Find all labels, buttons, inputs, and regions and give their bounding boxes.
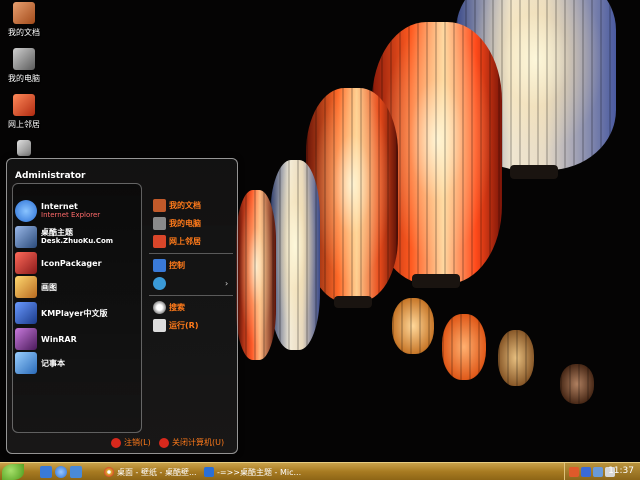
- program-title: Internet: [41, 202, 78, 211]
- lantern-small-1: [392, 298, 434, 354]
- start-menu-username: Administrator: [15, 171, 86, 181]
- tray-network-icon[interactable]: [593, 467, 603, 477]
- desktop-icon-label: 我的文档: [8, 28, 40, 37]
- program-iconpackager[interactable]: IconPackager: [15, 251, 102, 275]
- program-paint[interactable]: 画图: [15, 275, 57, 299]
- ie-icon: [15, 200, 37, 222]
- program-zhuoku-theme[interactable]: 桌酷主题 Desk.ZhuoKu.Com: [15, 225, 113, 249]
- program-title: WinRAR: [41, 334, 77, 344]
- desktop-icon-label: 网上邻居: [8, 120, 40, 129]
- program-title: KMPlayer中文版: [41, 308, 108, 318]
- my-computer-icon: [153, 216, 166, 230]
- run-icon: [153, 318, 166, 332]
- program-winrar[interactable]: WinRAR: [15, 327, 77, 351]
- menu-separator: [149, 253, 233, 254]
- my-computer-icon: [13, 48, 35, 70]
- shutdown-icon: [159, 437, 169, 448]
- tray-blue-icon[interactable]: [581, 467, 591, 477]
- kmplayer-icon: [15, 302, 37, 324]
- lantern-cap-1: [510, 165, 558, 179]
- recycle-bin-icon: [17, 140, 31, 156]
- place-search[interactable]: 搜索: [153, 299, 185, 315]
- place-label: 运行(R): [169, 320, 199, 330]
- taskbar-item-label: -=>>桌酷主题 - Mic...: [217, 467, 302, 477]
- lantern-cap-2: [412, 274, 460, 288]
- submenu-arrow-icon: ›: [225, 279, 229, 288]
- place-network-places[interactable]: 网上邻居: [153, 233, 201, 249]
- logoff-icon: [111, 437, 121, 448]
- program-title: 画图: [41, 282, 57, 292]
- lantern-cap-3: [334, 296, 372, 308]
- program-internet-explorer[interactable]: Internet Internet Explorer: [15, 199, 100, 223]
- window-icon: [204, 467, 214, 477]
- logoff-button[interactable]: 注销(L): [111, 437, 151, 448]
- program-title: IconPackager: [41, 258, 102, 268]
- start-menu: Administrator Internet Internet Explorer …: [6, 158, 238, 454]
- desktop-icon-my-documents[interactable]: 我的文档: [2, 2, 46, 38]
- program-subtitle: Internet Explorer: [41, 211, 101, 219]
- desktop-icon-network-places[interactable]: 网上邻居: [2, 94, 46, 130]
- place-label: 我的文档: [169, 200, 201, 210]
- program-title: 桌酷主题: [41, 228, 73, 237]
- clock[interactable]: 11:37: [608, 466, 634, 476]
- paint-icon: [15, 276, 37, 298]
- menu-separator: [149, 295, 233, 296]
- lantern-white-3: [270, 160, 320, 350]
- desktop-icon-recycle-bin[interactable]: [2, 140, 46, 159]
- taskbar-item-label: 桌面 - 壁纸 - 桌酷壁...: [117, 467, 197, 477]
- taskbar-item-browser[interactable]: 桌面 - 壁纸 - 桌酷壁...: [100, 465, 201, 479]
- taskbar: 桌面 - 壁纸 - 桌酷壁... -=>>桌酷主题 - Mic... 11:37: [0, 462, 640, 480]
- show-desktop-icon[interactable]: [40, 466, 52, 478]
- lantern-small-4: [560, 364, 594, 404]
- taskbar-item-window[interactable]: -=>>桌酷主题 - Mic...: [200, 465, 305, 479]
- search-icon: [153, 300, 166, 314]
- network-places-icon: [13, 94, 35, 116]
- logoff-label: 注销(L): [124, 438, 151, 447]
- zhuoku-icon: [15, 226, 37, 248]
- chrome-icon: [104, 467, 114, 477]
- winrar-icon: [15, 328, 37, 350]
- program-kmplayer[interactable]: KMPlayer中文版: [15, 301, 108, 325]
- iconpackager-icon: [15, 252, 37, 274]
- place-control-panel[interactable]: 控制: [153, 257, 185, 273]
- desktop-icon-label: 我的电脑: [8, 74, 40, 83]
- connect-icon: [153, 276, 166, 290]
- shutdown-button[interactable]: 关闭计算机(U): [159, 437, 224, 448]
- network-places-icon: [153, 234, 166, 248]
- lantern-small-2: [442, 314, 486, 380]
- place-my-computer[interactable]: 我的电脑: [153, 215, 201, 231]
- shutdown-label: 关闭计算机(U): [172, 438, 225, 447]
- system-tray: 11:37: [564, 463, 640, 480]
- notepad-icon: [15, 352, 37, 374]
- control-panel-icon: [153, 258, 166, 272]
- program-subtitle: Desk.ZhuoKu.Com: [41, 237, 114, 245]
- place-label: 控制: [169, 260, 185, 270]
- start-button[interactable]: [2, 464, 24, 480]
- program-notepad[interactable]: 记事本: [15, 351, 65, 375]
- media-icon[interactable]: [70, 466, 82, 478]
- program-title: 记事本: [41, 358, 65, 368]
- my-documents-icon: [153, 198, 166, 212]
- lantern-red-4: [236, 190, 276, 360]
- place-label: 搜索: [169, 302, 185, 312]
- lantern-small-3: [498, 330, 534, 386]
- place-label: 我的电脑: [169, 218, 201, 228]
- place-connect[interactable]: [153, 275, 169, 291]
- ie-icon[interactable]: [55, 466, 67, 478]
- tray-orange-icon[interactable]: [569, 467, 579, 477]
- place-label: 网上邻居: [169, 236, 201, 246]
- place-my-documents[interactable]: 我的文档: [153, 197, 201, 213]
- my-documents-icon: [13, 2, 35, 24]
- desktop-icon-my-computer[interactable]: 我的电脑: [2, 48, 46, 84]
- place-run[interactable]: 运行(R): [153, 317, 198, 333]
